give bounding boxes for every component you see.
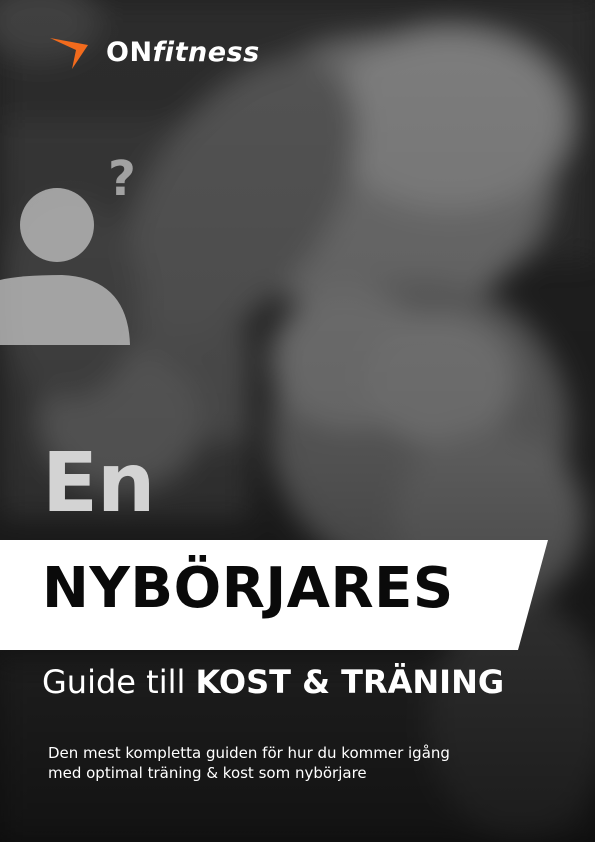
cover-description: Den mest kompletta guiden för hur du kom… (48, 743, 528, 783)
ebook-cover: ONfitness ? En NYBÖRJARES Guide till KOS… (0, 0, 595, 842)
subtitle-light: Guide till (42, 663, 196, 701)
brand-name-prefix: ON (106, 36, 153, 68)
orange-chevron-check-icon (50, 38, 88, 69)
brand-name: ONfitness (106, 39, 260, 66)
background-photo (0, 0, 595, 842)
cover-title-small: En (42, 436, 155, 531)
brand-name-suffix: fitness (152, 36, 260, 68)
description-line-2: med optimal träning & kost som nybörjare (48, 764, 367, 782)
description-line-1: Den mest kompletta guiden för hur du kom… (48, 744, 450, 762)
cover-subtitle: Guide till KOST & TRÄNING (42, 666, 504, 698)
svg-text:?: ? (108, 151, 136, 207)
cover-title-main: NYBÖRJARES (42, 556, 454, 621)
brand-logo: ONfitness (48, 33, 260, 71)
subtitle-bold: KOST & TRÄNING (195, 663, 505, 701)
person-question-icon: ? (0, 151, 136, 345)
